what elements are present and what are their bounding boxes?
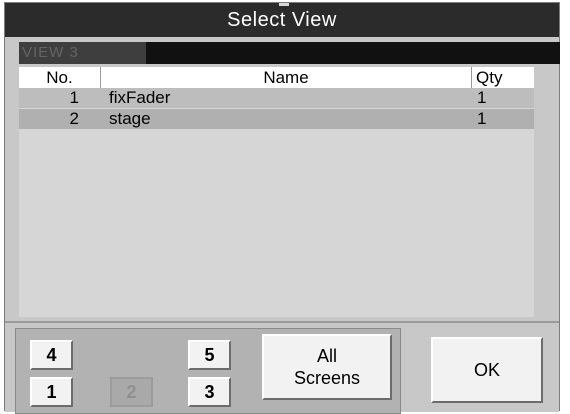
row-name: stage (109, 109, 151, 128)
row-name: fixFader (109, 88, 171, 107)
screen-5-button[interactable]: 5 (188, 340, 231, 370)
table-row[interactable]: 1 fixFader 1 (19, 88, 534, 108)
screen-2-button: 2 (110, 377, 153, 407)
row-no: 2 (69, 109, 79, 128)
row-no: 1 (69, 88, 79, 107)
view-bar: VIEW 3 (19, 42, 560, 64)
column-header-name[interactable]: Name (101, 67, 472, 88)
bottom-controls: 4 5 1 2 3 All Screens OK (5, 321, 559, 414)
dialog-titlebar: Select View (5, 3, 559, 37)
row-qty: 1 (477, 88, 487, 107)
all-screens-button[interactable]: All Screens (262, 334, 392, 400)
screen-1-button[interactable]: 1 (30, 377, 73, 407)
screen-4-button[interactable]: 4 (30, 340, 73, 370)
dialog-title: Select View (227, 8, 337, 31)
view-label: VIEW 3 (19, 42, 146, 64)
select-view-dialog: Select View VIEW 3 No. Name Qty 1 fixFad… (4, 2, 560, 414)
ok-button[interactable]: OK (431, 337, 543, 403)
all-screens-line1: All (316, 346, 337, 366)
screen-selector-panel: 4 5 1 2 3 All Screens (15, 328, 401, 414)
table-row[interactable]: 2 stage 1 (19, 109, 534, 129)
row-qty: 1 (477, 109, 487, 128)
all-screens-line2: Screens (293, 368, 361, 388)
view-list[interactable]: No. Name Qty 1 fixFader 1 2 stage 1 (19, 67, 534, 317)
column-header-qty[interactable]: Qty (472, 67, 534, 88)
column-header-no[interactable]: No. (19, 67, 101, 88)
list-header: No. Name Qty (19, 67, 534, 88)
screen-3-button[interactable]: 3 (188, 377, 231, 407)
title-notch (279, 3, 289, 6)
